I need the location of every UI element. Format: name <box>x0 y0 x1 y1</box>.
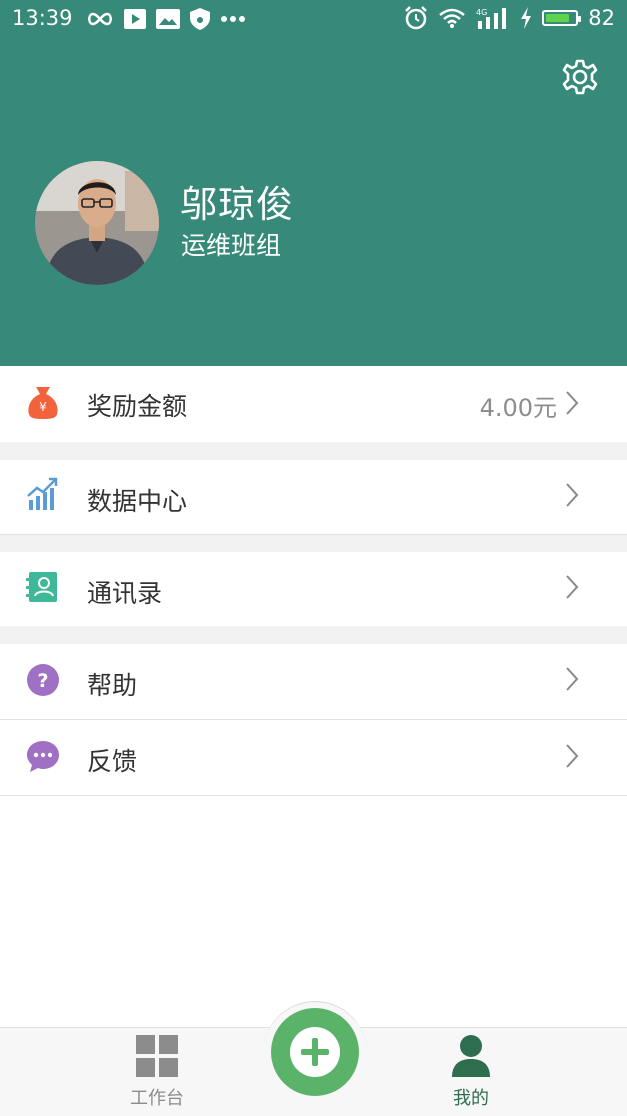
battery-icon <box>542 10 582 26</box>
contact-book-icon <box>26 572 57 602</box>
chart-icon <box>27 477 58 510</box>
battery-fill <box>546 14 570 22</box>
grid-icon <box>136 1035 178 1077</box>
status-left-icons <box>86 8 246 30</box>
chevron-right-icon <box>566 744 579 768</box>
shield-icon <box>190 8 210 30</box>
menu-item-help[interactable]: ? 帮助 <box>0 644 627 719</box>
play-icon <box>124 9 146 29</box>
user-team: 运维班组 <box>181 231 282 260</box>
status-time: 13:39 <box>12 6 73 30</box>
svg-text:4G: 4G <box>476 8 487 17</box>
add-button[interactable] <box>271 1008 359 1096</box>
alarm-icon <box>405 6 428 30</box>
menu-item-feedback[interactable]: 反馈 <box>0 720 627 795</box>
help-label: 帮助 <box>87 671 138 700</box>
svg-text:¥: ¥ <box>39 400 47 414</box>
section-gap <box>0 535 627 552</box>
infinity-icon <box>88 12 112 26</box>
chevron-right-icon <box>566 483 579 507</box>
wifi-icon <box>439 8 466 28</box>
tab-workbench-label: 工作台 <box>130 1088 184 1109</box>
tab-workbench[interactable]: 工作台 <box>97 1028 217 1116</box>
charging-icon <box>521 7 532 29</box>
menu-item-reward[interactable]: ¥ 奖励金额 4.00元 <box>0 366 627 442</box>
plus-icon <box>290 1027 340 1077</box>
avatar[interactable] <box>35 161 159 285</box>
tab-mine[interactable]: 我的 <box>411 1028 531 1116</box>
menu-item-contacts[interactable]: 通讯录 <box>0 552 627 626</box>
image-icon <box>156 9 180 29</box>
profile-header: 13:39 4G 82 邬琼俊 运维班组 <box>0 0 627 366</box>
user-name: 邬琼俊 <box>180 183 294 226</box>
signal-icon: 4G <box>476 8 507 29</box>
section-gap <box>0 626 627 644</box>
svg-text:?: ? <box>37 670 48 692</box>
question-icon: ? <box>27 664 59 696</box>
section-gap <box>0 442 627 460</box>
chat-bubble-icon <box>27 741 59 772</box>
person-icon <box>452 1035 490 1077</box>
feedback-label: 反馈 <box>87 747 138 776</box>
money-bag-icon: ¥ <box>28 387 58 419</box>
chevron-right-icon <box>566 667 579 691</box>
contacts-label: 通讯录 <box>87 579 163 608</box>
more-dots-icon <box>221 16 245 22</box>
avatar-photo <box>35 161 159 285</box>
chevron-right-icon <box>566 391 579 415</box>
chevron-right-icon <box>566 575 579 599</box>
reward-value: 4.00元 <box>479 394 557 422</box>
settings-gear-icon[interactable] <box>561 58 599 96</box>
menu-item-data-center[interactable]: 数据中心 <box>0 460 627 534</box>
battery-level: 82 <box>588 6 615 30</box>
status-right-icons: 4G 82 <box>404 6 615 30</box>
reward-label: 奖励金额 <box>87 392 188 421</box>
data-center-label: 数据中心 <box>87 487 188 516</box>
tab-mine-label: 我的 <box>453 1088 489 1109</box>
divider <box>0 795 627 796</box>
status-bar: 13:39 4G 82 <box>0 0 627 40</box>
